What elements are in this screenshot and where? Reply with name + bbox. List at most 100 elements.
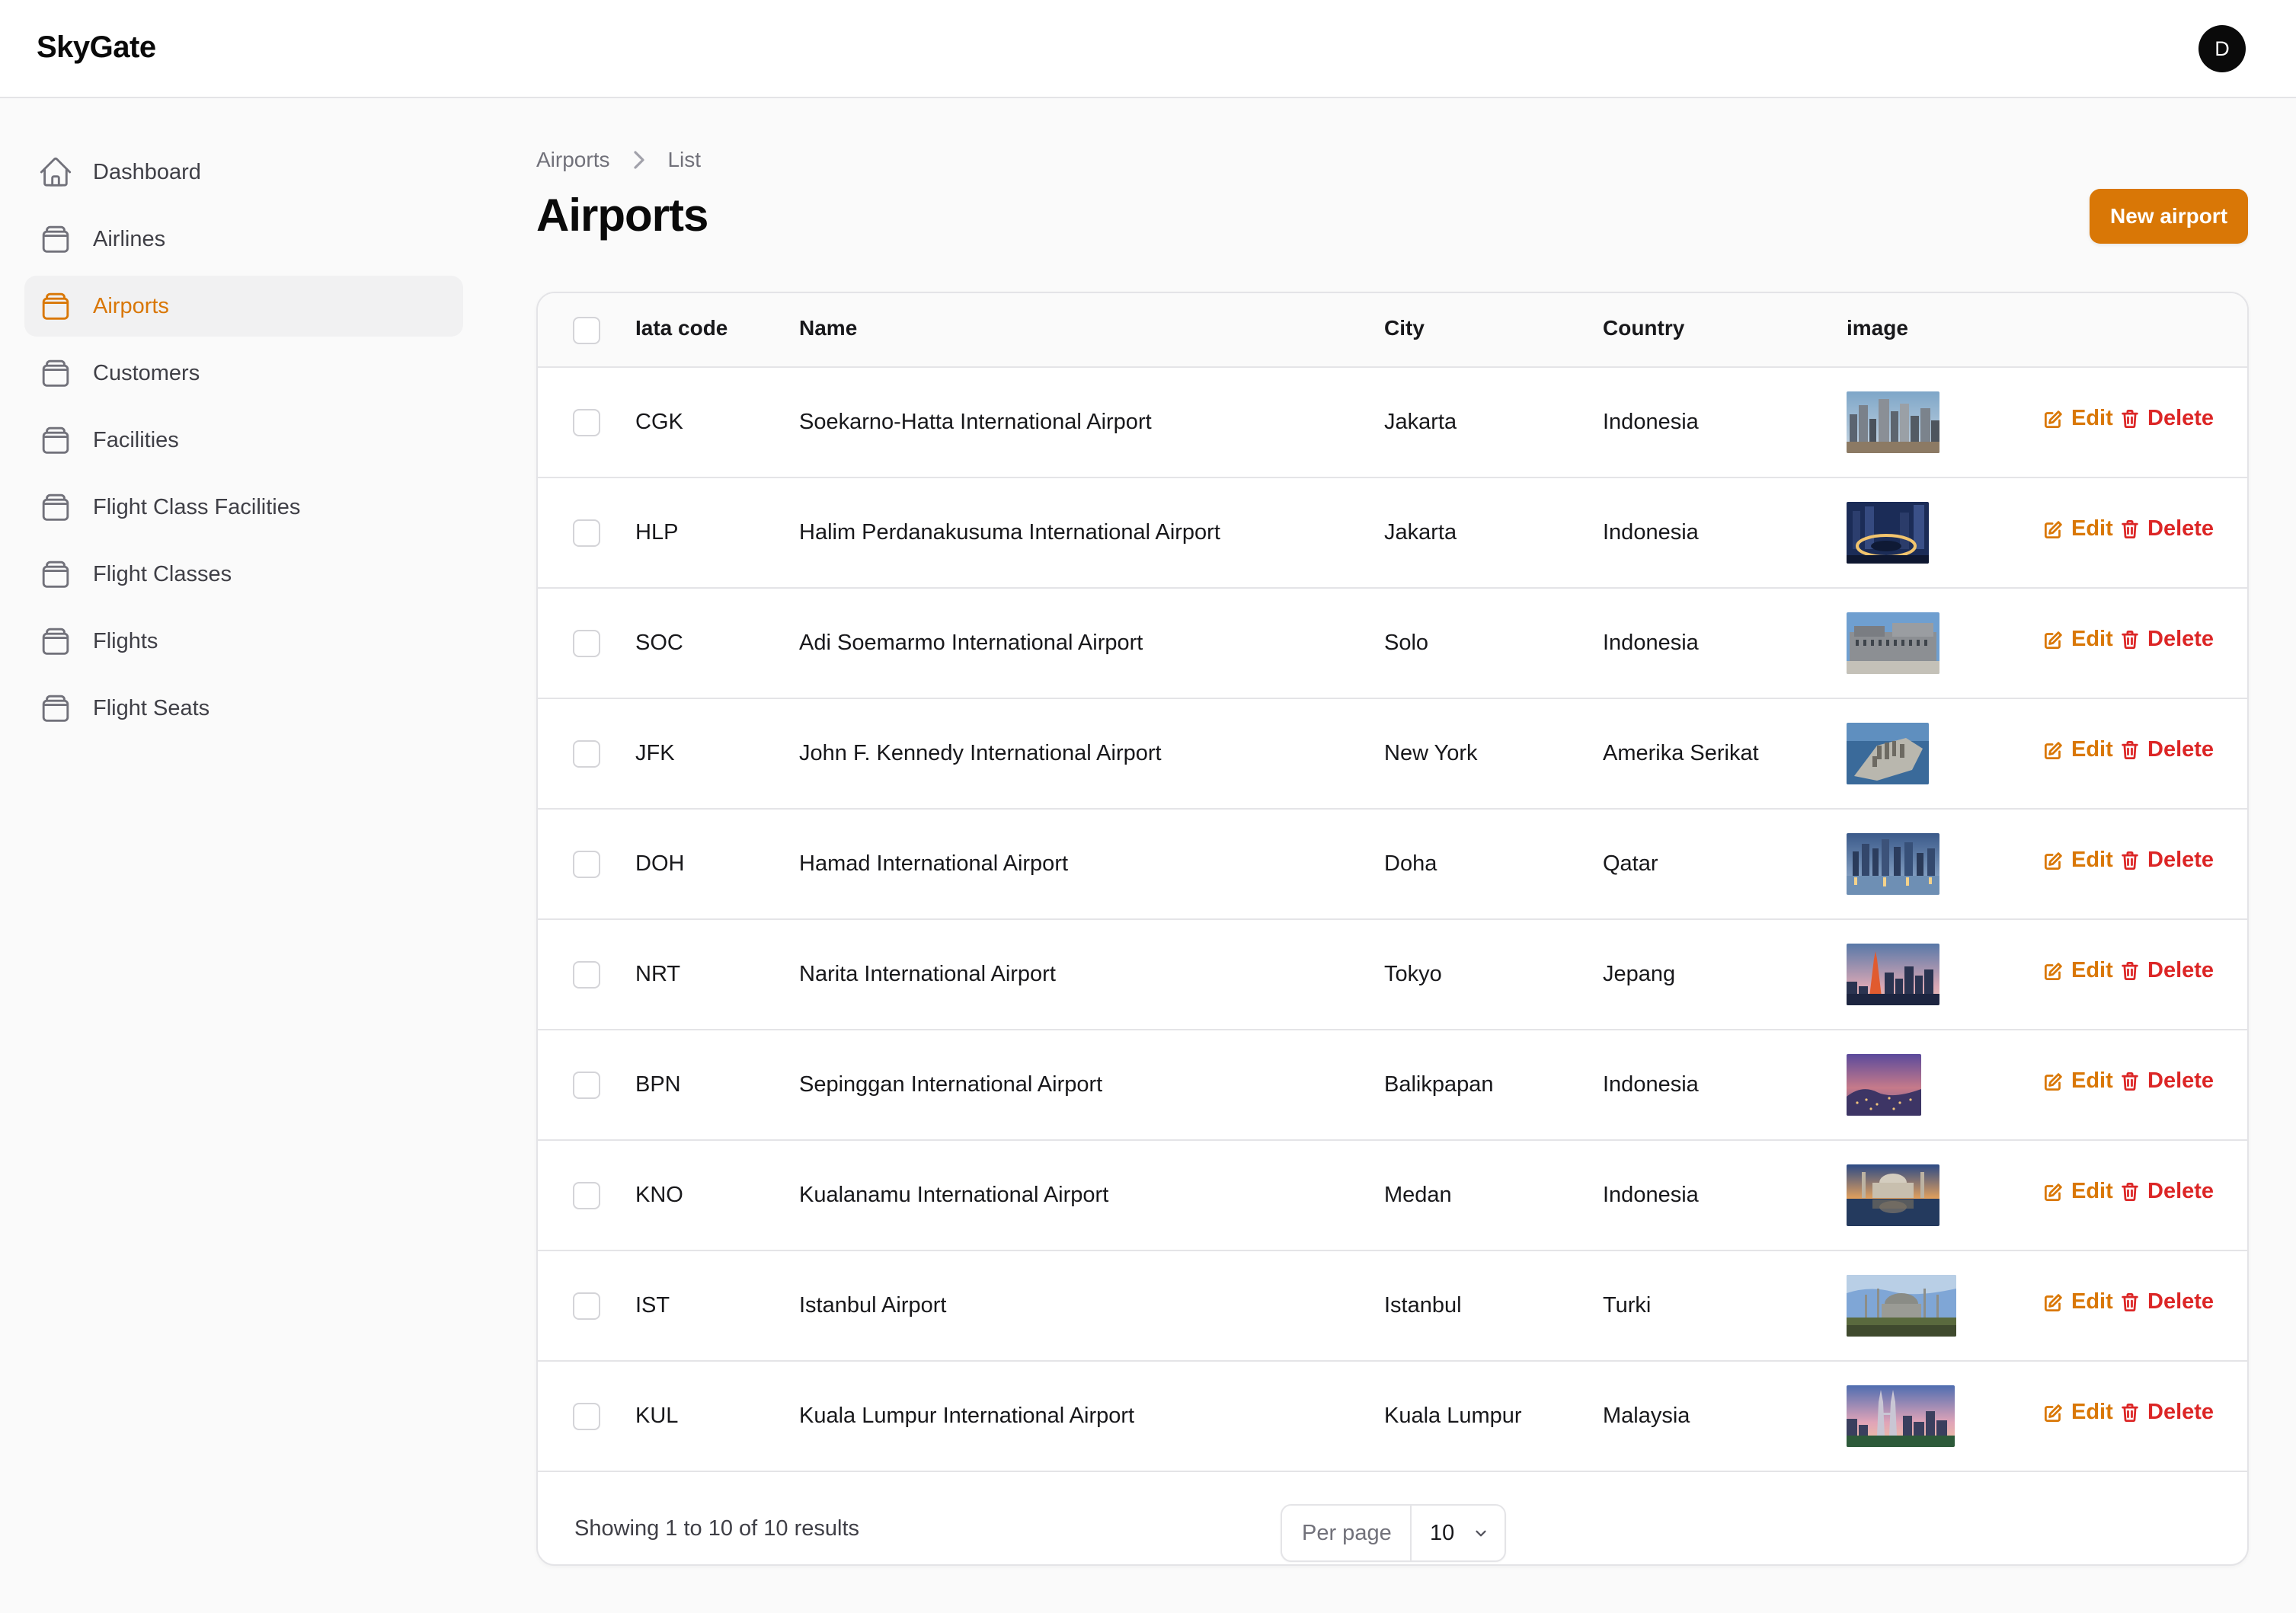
trash-icon xyxy=(2122,1292,2138,1311)
sidebar-item-label: Flights xyxy=(93,628,158,653)
airport-image xyxy=(1847,833,1939,895)
page-title: Airports xyxy=(536,190,708,241)
row-checkbox[interactable] xyxy=(573,1403,600,1430)
collection-icon xyxy=(38,423,73,458)
sidebar-item-airports[interactable]: Airports xyxy=(24,276,463,337)
home-icon xyxy=(38,155,73,190)
edit-button[interactable]: Edit xyxy=(2042,406,2113,431)
row-checkbox[interactable] xyxy=(573,740,600,768)
table-row[interactable]: IST Istanbul Airport Istanbul Turki Edit… xyxy=(538,1251,2247,1362)
delete-label: Delete xyxy=(2147,627,2214,651)
iata-code-cell: NRT xyxy=(635,962,681,986)
table-row[interactable]: KUL Kuala Lumpur International Airport K… xyxy=(538,1362,2247,1472)
city-cell: Medan xyxy=(1384,1183,1452,1207)
sidebar-item-flights[interactable]: Flights xyxy=(24,611,463,672)
delete-button[interactable]: Delete xyxy=(2119,516,2214,541)
table-row[interactable]: SOC Adi Soemarmo International Airport S… xyxy=(538,589,2247,699)
delete-button[interactable]: Delete xyxy=(2119,627,2214,652)
edit-label: Edit xyxy=(2071,1400,2113,1424)
row-checkbox[interactable] xyxy=(573,961,600,989)
name-cell: Kuala Lumpur International Airport xyxy=(799,1404,1135,1428)
table-row[interactable]: CGK Soekarno-Hatta International Airport… xyxy=(538,368,2247,478)
sidebar-item-label: Flight Classes xyxy=(93,561,232,586)
country-cell: Turki xyxy=(1603,1293,1652,1318)
select-all-checkbox[interactable] xyxy=(573,317,600,344)
edit-label: Edit xyxy=(2071,848,2113,872)
row-checkbox[interactable] xyxy=(573,851,600,878)
new-airport-button[interactable]: New airport xyxy=(2090,189,2248,244)
table-row[interactable]: KNO Kualanamu International Airport Meda… xyxy=(538,1141,2247,1251)
collection-icon xyxy=(38,557,73,592)
trash-icon xyxy=(2122,1403,2138,1422)
table-row[interactable]: BPN Sepinggan International Airport Bali… xyxy=(538,1030,2247,1141)
sidebar-item-flight-seats[interactable]: Flight Seats xyxy=(24,678,463,739)
table-row[interactable]: HLP Halim Perdanakusuma International Ai… xyxy=(538,478,2247,589)
sidebar-item-dashboard[interactable]: Dashboard xyxy=(24,142,463,203)
collection-icon xyxy=(38,289,73,324)
per-page-selector[interactable]: Per page 10 xyxy=(1281,1504,1506,1562)
name-cell: John F. Kennedy International Airport xyxy=(799,741,1162,765)
breadcrumb-parent-link[interactable]: Airports xyxy=(536,148,609,172)
sidebar-item-flight-classes[interactable]: Flight Classes xyxy=(24,544,463,605)
delete-button[interactable]: Delete xyxy=(2119,1289,2214,1314)
column-header-city[interactable]: City xyxy=(1384,316,1425,340)
delete-button[interactable]: Delete xyxy=(2119,848,2214,873)
country-cell: Malaysia xyxy=(1603,1404,1690,1428)
trash-icon xyxy=(2122,630,2138,649)
pencil-square-icon xyxy=(2045,1404,2062,1422)
breadcrumb: Airports List xyxy=(536,148,701,172)
edit-button[interactable]: Edit xyxy=(2042,848,2113,873)
edit-button[interactable]: Edit xyxy=(2042,737,2113,762)
row-checkbox[interactable] xyxy=(573,1072,600,1099)
pencil-square-icon xyxy=(2045,962,2062,980)
city-cell: Doha xyxy=(1384,851,1437,876)
row-checkbox[interactable] xyxy=(573,1182,600,1209)
user-avatar[interactable]: D xyxy=(2198,25,2246,72)
edit-button[interactable]: Edit xyxy=(2042,1179,2113,1204)
row-checkbox[interactable] xyxy=(573,409,600,436)
column-header-image: image xyxy=(1847,316,1908,340)
city-cell: Tokyo xyxy=(1384,962,1442,986)
edit-button[interactable]: Edit xyxy=(2042,1289,2113,1314)
edit-button[interactable]: Edit xyxy=(2042,627,2113,652)
delete-button[interactable]: Delete xyxy=(2119,958,2214,983)
row-checkbox[interactable] xyxy=(573,630,600,657)
brand-logo[interactable]: SkyGate xyxy=(37,30,156,65)
edit-label: Edit xyxy=(2071,958,2113,982)
delete-label: Delete xyxy=(2147,406,2214,430)
delete-label: Delete xyxy=(2147,1068,2214,1093)
edit-button[interactable]: Edit xyxy=(2042,958,2113,983)
per-page-select[interactable]: 10 xyxy=(1412,1521,1505,1546)
trash-icon xyxy=(2122,740,2138,759)
table-row[interactable]: DOH Hamad International Airport Doha Qat… xyxy=(538,810,2247,920)
delete-button[interactable]: Delete xyxy=(2119,737,2214,762)
column-header-iata-code[interactable]: Iata code xyxy=(635,316,727,340)
country-cell: Jepang xyxy=(1603,962,1676,986)
collection-icon xyxy=(38,691,73,726)
trash-icon xyxy=(2122,851,2138,870)
table-row[interactable]: NRT Narita International Airport Tokyo J… xyxy=(538,920,2247,1030)
airports-table: Iata code Name City Country image CGK So… xyxy=(536,292,2249,1566)
table-row[interactable]: JFK John F. Kennedy International Airpor… xyxy=(538,699,2247,810)
name-cell: Sepinggan International Airport xyxy=(799,1072,1103,1097)
sidebar-item-flight-class-facilities[interactable]: Flight Class Facilities xyxy=(24,477,463,538)
edit-button[interactable]: Edit xyxy=(2042,1068,2113,1094)
column-header-name[interactable]: Name xyxy=(799,316,857,340)
delete-button[interactable]: Delete xyxy=(2119,1179,2214,1204)
airport-image xyxy=(1847,1275,1956,1337)
column-header-country[interactable]: Country xyxy=(1603,316,1684,340)
delete-button[interactable]: Delete xyxy=(2119,1400,2214,1425)
sidebar-item-facilities[interactable]: Facilities xyxy=(24,410,463,471)
sidebar-item-customers[interactable]: Customers xyxy=(24,343,463,404)
edit-button[interactable]: Edit xyxy=(2042,1400,2113,1425)
sidebar-item-airlines[interactable]: Airlines xyxy=(24,209,463,270)
edit-button[interactable]: Edit xyxy=(2042,516,2113,541)
name-cell: Soekarno-Hatta International Airport xyxy=(799,410,1152,434)
row-checkbox[interactable] xyxy=(573,519,600,547)
row-checkbox[interactable] xyxy=(573,1292,600,1320)
pencil-square-icon xyxy=(2045,1072,2062,1091)
delete-button[interactable]: Delete xyxy=(2119,406,2214,431)
edit-label: Edit xyxy=(2071,1179,2113,1203)
country-cell: Indonesia xyxy=(1603,520,1699,545)
delete-button[interactable]: Delete xyxy=(2119,1068,2214,1094)
